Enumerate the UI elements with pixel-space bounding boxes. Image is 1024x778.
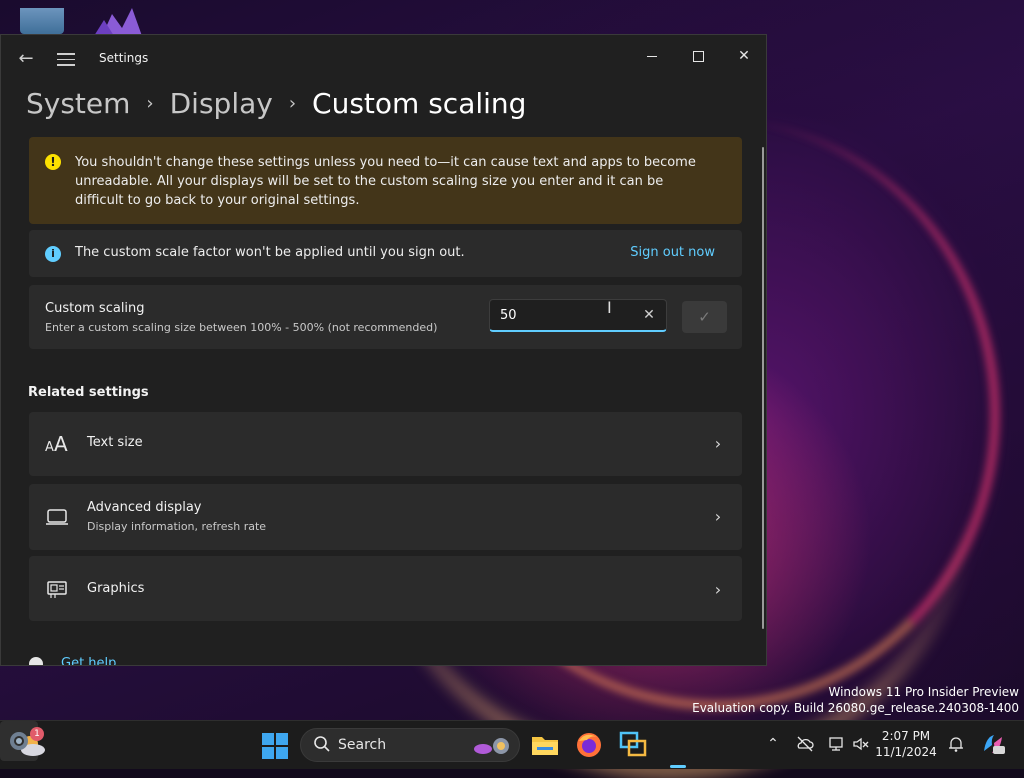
vertical-scrollbar[interactable]: [762, 147, 764, 629]
search-icon: [314, 736, 330, 752]
chevron-right-icon: ›: [714, 434, 722, 453]
file-explorer-icon[interactable]: [529, 729, 561, 761]
custom-scaling-card: Custom scaling Enter a custom scaling si…: [29, 285, 742, 349]
chevron-up-icon[interactable]: ⌃: [764, 735, 782, 753]
apply-checkmark-button[interactable]: ✓: [682, 301, 727, 333]
breadcrumb-display[interactable]: Display: [170, 87, 273, 120]
svg-text:A: A: [45, 440, 54, 455]
breadcrumb: System › Display › Custom scaling: [26, 83, 526, 123]
firefox-icon[interactable]: [573, 729, 605, 761]
related-settings-heading: Related settings: [28, 385, 149, 400]
graphics-link[interactable]: Graphics ›: [29, 556, 742, 621]
graphics-card-icon: [47, 581, 67, 598]
minimize-button[interactable]: [629, 41, 675, 71]
svg-text:A: A: [54, 432, 68, 456]
remote-desktop-icon[interactable]: [617, 729, 649, 761]
chevron-right-icon: ›: [714, 580, 722, 599]
clear-input-icon[interactable]: ✕: [641, 307, 657, 323]
warning-icon: !: [45, 154, 61, 170]
title-bar: ← Settings ✕: [1, 35, 766, 83]
window-title: Settings: [99, 51, 149, 65]
text-size-label: Text size: [87, 435, 143, 450]
get-help-label: Get help: [61, 656, 117, 666]
custom-scaling-description: Enter a custom scaling size between 100%…: [45, 321, 438, 334]
visual-studio-desktop-icon[interactable]: [92, 6, 142, 36]
breadcrumb-system[interactable]: System: [26, 87, 130, 120]
help-icon: [29, 657, 43, 665]
chevron-right-icon: ›: [288, 92, 297, 114]
close-icon: ✕: [738, 48, 750, 64]
page-title: Custom scaling: [312, 86, 527, 120]
advanced-display-subtitle: Display information, refresh rate: [87, 520, 267, 533]
graphics-label: Graphics: [87, 581, 145, 596]
hamburger-menu-icon[interactable]: [57, 49, 75, 69]
text-size-link[interactable]: A A Text size ›: [29, 412, 742, 476]
watermark-line-2: Evaluation copy. Build 26080.ge_release.…: [692, 701, 1019, 715]
chevron-right-icon: ›: [146, 92, 154, 114]
close-button[interactable]: ✕: [721, 41, 766, 71]
advanced-display-link[interactable]: Advanced display Display information, re…: [29, 484, 742, 550]
maximize-button[interactable]: [675, 41, 721, 71]
minimize-icon: [647, 55, 657, 57]
settings-gear-icon: [10, 732, 28, 750]
text-size-icon: A A: [45, 432, 68, 456]
taskbar: 1 Search ⌃ 2:07 PM 11/1/2024: [0, 720, 1024, 769]
sign-out-now-link[interactable]: Sign out now: [630, 245, 715, 260]
warning-text: You shouldn't change these settings unle…: [75, 155, 696, 208]
widget-notification-badge: 1: [30, 727, 44, 741]
notification-bell-icon[interactable]: [947, 735, 965, 753]
network-icon[interactable]: [828, 735, 846, 753]
copilot-icon[interactable]: [980, 731, 1006, 757]
checkmark-icon: ✓: [698, 308, 711, 326]
taskbar-clock[interactable]: 2:07 PM 11/1/2024: [870, 728, 942, 760]
back-arrow-icon[interactable]: ←: [16, 49, 36, 69]
monitor-icon: [46, 509, 68, 525]
evaluation-watermark: Windows 11 Pro Insider Preview Evaluatio…: [692, 684, 1019, 716]
maximize-icon: [692, 50, 704, 62]
chevron-right-icon: ›: [714, 507, 722, 526]
advanced-display-label: Advanced display: [87, 500, 202, 515]
taskbar-search[interactable]: Search: [300, 728, 520, 762]
warning-infobar: ! You shouldn't change these settings un…: [29, 137, 742, 224]
clock-time: 2:07 PM: [881, 729, 931, 743]
search-highlight-icon: [474, 738, 509, 754]
custom-scaling-title: Custom scaling: [45, 301, 145, 316]
volume-muted-icon[interactable]: [852, 735, 870, 753]
text-cursor-icon: I: [607, 298, 612, 317]
onedrive-offline-icon[interactable]: [796, 735, 814, 753]
signout-infobar: i The custom scale factor won't be appli…: [29, 230, 742, 277]
search-label: Search: [338, 737, 387, 753]
watermark-line-1: Windows 11 Pro Insider Preview: [828, 685, 1019, 699]
info-icon: i: [45, 246, 61, 262]
info-text: The custom scale factor won't be applied…: [75, 245, 465, 260]
start-button[interactable]: [262, 733, 288, 759]
clock-date: 11/1/2024: [875, 745, 937, 759]
settings-window: ← Settings ✕ System › Display › Custom s…: [0, 34, 767, 666]
